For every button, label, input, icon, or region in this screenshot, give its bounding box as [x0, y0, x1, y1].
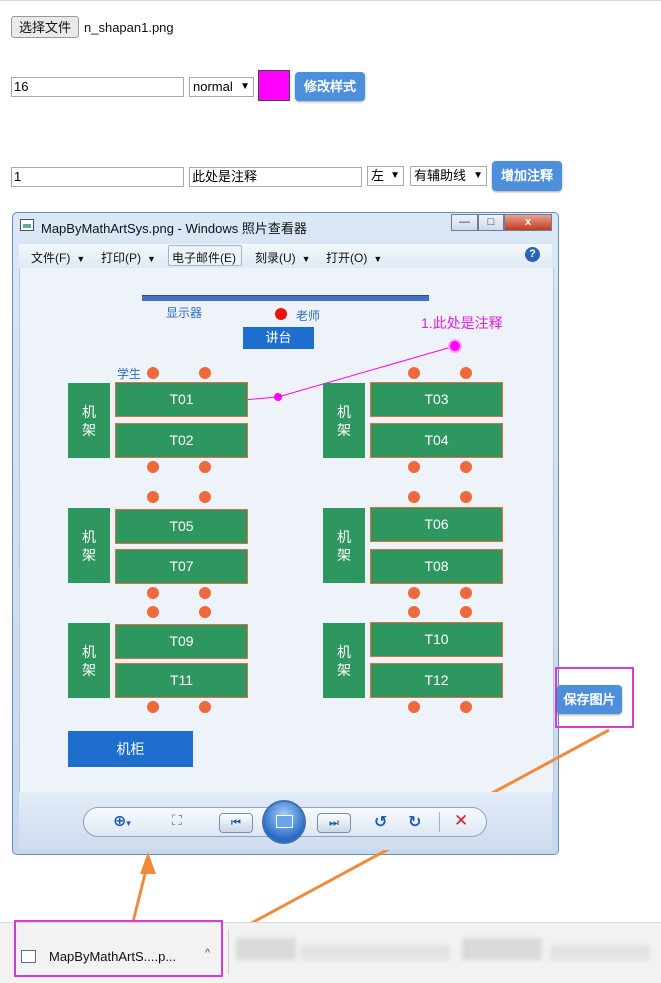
blurred-region	[550, 945, 650, 961]
seat	[460, 367, 472, 379]
seat	[199, 587, 211, 599]
seat	[199, 491, 211, 503]
blurred-region	[236, 938, 296, 960]
desk-t02: T02	[115, 423, 248, 458]
blurred-region	[300, 945, 450, 961]
seat	[408, 491, 420, 503]
orange-arrow-up-head	[140, 852, 156, 874]
desk-t07: T07	[115, 549, 248, 584]
slideshow-screen-glyph	[276, 815, 293, 828]
rack-label: 机架	[82, 643, 96, 678]
rack-label: 机架	[337, 643, 351, 678]
seat	[408, 606, 420, 618]
seat	[460, 701, 472, 713]
seat	[147, 606, 159, 618]
seat	[408, 587, 420, 599]
desk-t01: T01	[115, 382, 248, 417]
desk-t04: T04	[370, 423, 503, 458]
blurred-region	[462, 938, 542, 960]
desk-t08: T08	[370, 549, 503, 584]
seat	[408, 461, 420, 473]
annotation-label-dot	[448, 339, 462, 353]
seat	[147, 461, 159, 473]
seat	[147, 701, 159, 713]
desk-t12: T12	[370, 663, 503, 698]
rack-label: 机架	[82, 528, 96, 563]
next-icon[interactable]: ⏭	[317, 813, 351, 833]
seat	[199, 701, 211, 713]
seat	[147, 587, 159, 599]
save-image-button[interactable]: 保存图片	[557, 685, 622, 714]
seat	[199, 367, 211, 379]
annotation-mid-dot	[274, 393, 282, 401]
desk-t03: T03	[370, 382, 503, 417]
seat	[147, 367, 159, 379]
desk-t05: T05	[115, 509, 248, 544]
rack: 机架	[68, 508, 110, 583]
fit-window-icon[interactable]: ⛶	[172, 812, 182, 829]
rotate-right-icon[interactable]: ↻	[408, 812, 421, 832]
delete-icon[interactable]: ✕	[454, 811, 468, 831]
desk-t11: T11	[115, 663, 248, 698]
rack-label: 机架	[337, 528, 351, 563]
previous-icon[interactable]: ⏮	[219, 813, 253, 833]
cabinet: 机柜	[68, 731, 193, 767]
seat	[199, 606, 211, 618]
rack: 机架	[323, 383, 365, 458]
rack: 机架	[68, 623, 110, 698]
seat	[408, 367, 420, 379]
rotate-left-icon[interactable]: ↺	[374, 812, 387, 832]
toolbar-divider	[439, 812, 440, 832]
desk-t09: T09	[115, 624, 248, 659]
rack: 机架	[68, 383, 110, 458]
zoom-icon[interactable]: ⊕▾	[113, 811, 131, 831]
desk-t10: T10	[370, 622, 503, 657]
seat	[199, 461, 211, 473]
download-item-highlight	[14, 920, 223, 977]
seat	[408, 701, 420, 713]
seat	[460, 587, 472, 599]
seat	[147, 491, 159, 503]
download-divider	[228, 930, 229, 974]
seat	[460, 491, 472, 503]
rack: 机架	[323, 508, 365, 583]
rack-label: 机架	[82, 403, 96, 438]
seat	[460, 606, 472, 618]
seat	[460, 461, 472, 473]
rack: 机架	[323, 623, 365, 698]
rack-label: 机架	[337, 403, 351, 438]
desk-t06: T06	[370, 507, 503, 542]
